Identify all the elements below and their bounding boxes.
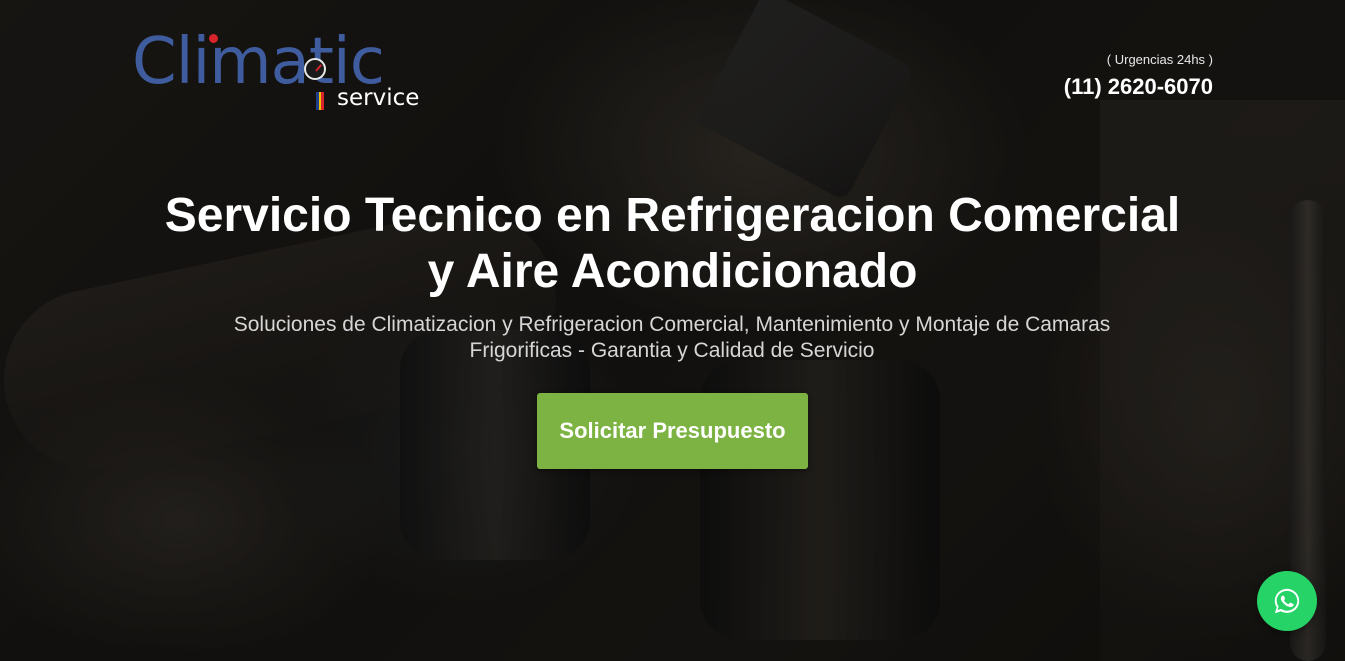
flag-icon	[316, 92, 325, 110]
hero-title-line2: y Aire Acondicionado	[427, 245, 918, 298]
whatsapp-button[interactable]	[1257, 571, 1317, 631]
request-quote-button[interactable]: Solicitar Presupuesto	[537, 393, 808, 469]
hero-title-line1: Servicio Tecnico en Refrigeracion Comerc…	[164, 189, 1181, 242]
phone-link[interactable]: (11) 2620-6070	[1064, 74, 1213, 100]
emergency-label: ( Urgencias 24hs )	[1106, 52, 1213, 67]
hero-subtitle-line1: Soluciones de Climatizacion y Refrigerac…	[233, 313, 1111, 336]
header-contact: ( Urgencias 24hs ) (11) 2620-6070	[1064, 52, 1213, 100]
logo-tagline: service	[337, 85, 420, 111]
whatsapp-icon	[1274, 588, 1300, 614]
hero-title: Servicio Tecnico en Refrigeracion Comerc…	[0, 188, 1345, 300]
site-logo[interactable]: Climatic service	[132, 30, 432, 114]
gauge-icon	[304, 58, 326, 80]
hero-subtitle: Soluciones de Climatizacion y Refrigerac…	[172, 312, 1172, 364]
hero-section: Climatic service ( Urgencias 24hs ) (11)…	[0, 0, 1345, 661]
hero-subtitle-line2: Frigorificas - Garantia y Calidad de Ser…	[469, 339, 875, 362]
logo-red-dot-icon	[209, 34, 218, 43]
